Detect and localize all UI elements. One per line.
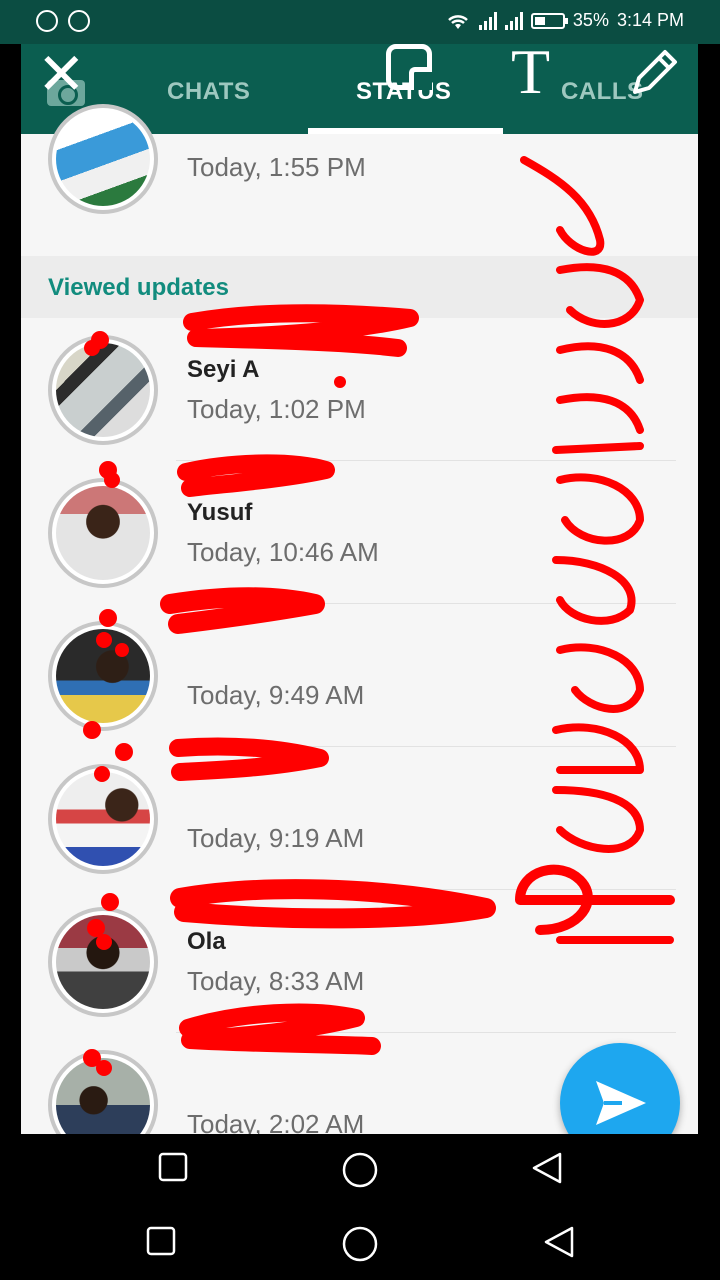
back-button[interactable] [542,1225,576,1259]
app-window: CHATS STATUS CALLS ✕ T Today, 1:55 PM Vi… [21,44,698,1134]
list-item[interactable]: Ola Today, 8:33 AM [21,890,698,1033]
home-button[interactable] [341,1225,379,1263]
contact-name: Ola [187,928,226,955]
music-icon [68,10,90,32]
list-item[interactable]: Yusuf Today, 10:46 AM [21,461,698,604]
status-time: Today, 1:55 PM [187,152,366,182]
status-time: Today, 1:02 PM [187,394,366,424]
recents-button[interactable] [157,1151,189,1183]
battery-icon [530,12,568,29]
list-item[interactable]: Today, 1:55 PM [21,104,698,256]
sticker-icon[interactable] [386,44,432,90]
signal-icon [478,11,497,30]
avatar [48,764,158,874]
status-time: Today, 10:46 AM [187,537,379,567]
vpn-icon [36,10,58,32]
text-icon[interactable]: T [511,44,550,104]
status-time: Today, 8:33 AM [187,966,365,996]
avatar [48,1050,158,1134]
pencil-icon[interactable] [627,46,681,105]
avatar [48,478,158,588]
home-button[interactable] [341,1151,379,1189]
avatar [48,621,158,731]
battery-percent: 35% [572,10,609,30]
tab-chats[interactable]: CHATS [167,78,250,106]
avatar [48,907,158,1017]
status-list: Today, 1:55 PM Viewed updates Seyi A Tod… [21,104,698,1134]
send-icon [596,1081,646,1125]
signal-icon [504,11,523,30]
status-bar: 35% 3:14 PM [0,0,720,44]
list-item[interactable]: Today, 9:19 AM [21,747,698,890]
status-time: Today, 9:19 AM [187,823,365,853]
close-icon[interactable]: ✕ [37,46,86,104]
status-time: Today, 2:02 AM [187,1109,365,1134]
nav-bar [0,1208,720,1278]
list-item[interactable]: Seyi A Today, 1:02 PM [21,318,698,461]
status-time: Today, 9:49 AM [187,680,365,710]
nav-bar [0,1134,720,1204]
list-item[interactable]: Today, 9:49 AM [21,604,698,747]
avatar [48,104,158,214]
avatar [48,335,158,445]
contact-name: Yusuf [187,499,253,526]
back-button[interactable] [530,1151,564,1185]
wifi-icon [448,14,468,29]
recents-button[interactable] [145,1225,177,1257]
viewed-updates-header: Viewed updates [21,256,698,318]
contact-name: Seyi A [187,356,260,383]
clock: 3:14 PM [616,10,684,30]
